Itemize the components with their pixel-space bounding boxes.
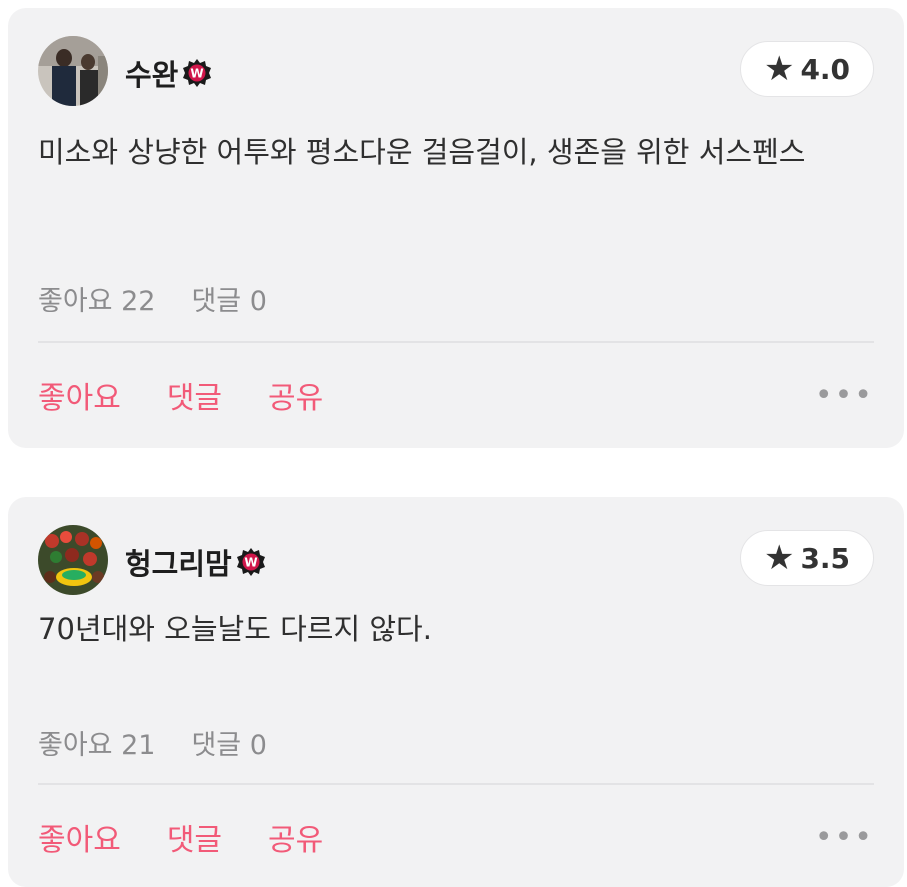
likes-count: 좋아요 21 [38,730,156,761]
user-avatar[interactable] [38,525,108,595]
divider [38,783,874,785]
review-text[interactable]: 70년대와 오늘날도 다르지 않다. [38,607,878,651]
review-card[interactable]: 헝그리맘 W ★ 3.5 70년대와 오늘날도 다르지 않다. 좋아요 21 댓글… [8,497,904,887]
comment-button[interactable]: 댓글 [167,373,222,417]
comment-button[interactable]: 댓글 [167,815,222,859]
more-options-icon[interactable]: ••• [815,378,874,413]
svg-text:W: W [244,556,257,570]
likes-count: 좋아요 22 [38,286,156,317]
review-stats: 좋아요 21 댓글 0 [38,723,267,762]
rating-score: 4.0 [800,52,851,86]
review-text[interactable]: 미소와 상냥한 어투와 평소다운 걸음걸이, 생존을 위한 서스펜스 [38,130,878,174]
more-options-icon[interactable]: ••• [815,820,874,855]
username[interactable]: 헝그리맘 W [125,541,266,583]
action-bar: 좋아요 댓글 공유 ••• [38,815,874,859]
share-button[interactable]: 공유 [268,815,323,859]
watcha-badge-icon: W [236,548,265,576]
star-icon: ★ [763,49,795,89]
comments-count: 댓글 0 [191,286,267,317]
review-card[interactable]: 수완 W ★ 4.0 미소와 상냥한 어투와 평소다운 걸음걸이, 생존을 위한… [8,8,904,448]
rating-pill: ★ 4.0 [740,41,874,97]
rating-score: 3.5 [800,541,851,575]
username-text[interactable]: 수완 [125,58,178,92]
divider [38,341,874,343]
svg-text:W: W [191,67,204,81]
username-text[interactable]: 헝그리맘 [125,547,232,581]
username[interactable]: 수완 W [125,52,212,94]
like-button[interactable]: 좋아요 [38,815,121,859]
share-button[interactable]: 공유 [268,373,323,417]
review-stats: 좋아요 22 댓글 0 [38,279,267,318]
comments-count: 댓글 0 [191,730,267,761]
star-icon: ★ [763,538,795,578]
action-bar: 좋아요 댓글 공유 ••• [38,373,874,417]
like-button[interactable]: 좋아요 [38,373,121,417]
rating-pill: ★ 3.5 [740,530,874,586]
user-avatar[interactable] [38,36,108,106]
watcha-badge-icon: W [183,59,212,87]
